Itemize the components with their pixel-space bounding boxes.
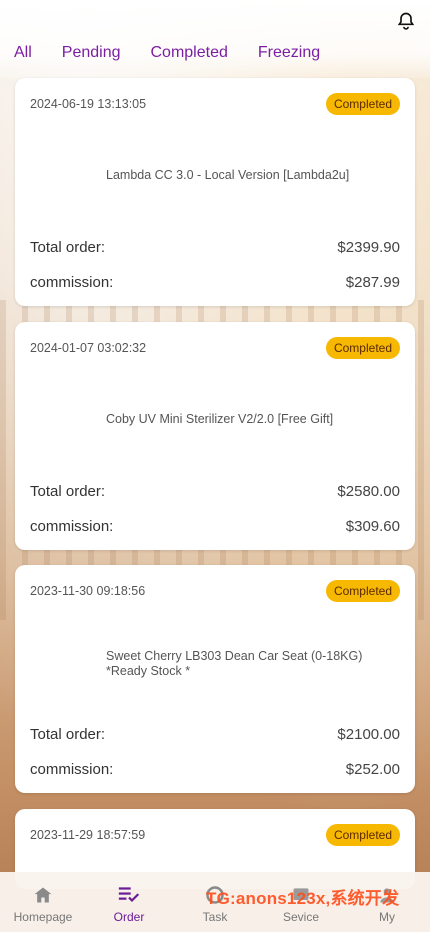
order-date: 2024-06-19 13:13:05	[30, 97, 147, 111]
watermark-text: TG:anons123x,系统开发	[206, 889, 400, 908]
status-badge: Completed	[325, 93, 400, 115]
order-status-tabs: All Pending Completed Freezing	[14, 44, 320, 62]
total-order-label: Total order:	[30, 239, 106, 256]
total-order-label: Total order:	[30, 726, 106, 743]
nav-label: Task	[202, 910, 228, 924]
commission-row: commission: $287.99	[30, 274, 400, 291]
total-order-value: $2399.90	[337, 239, 400, 256]
tab-completed[interactable]: Completed	[151, 44, 228, 62]
commission-value: $252.00	[345, 761, 400, 778]
status-badge: Completed	[325, 580, 400, 602]
nav-label: My	[379, 910, 395, 924]
status-badge: Completed	[325, 824, 400, 846]
order-card[interactable]: 2024-06-19 13:13:05 Completed Lambda CC …	[15, 78, 415, 306]
nav-homepage[interactable]: Homepage	[0, 872, 86, 932]
nav-label: Homepage	[13, 910, 73, 924]
tab-freezing[interactable]: Freezing	[258, 44, 320, 62]
commission-label: commission:	[30, 518, 114, 535]
order-date: 2023-11-30 09:18:56	[30, 584, 146, 598]
commission-row: commission: $252.00	[30, 761, 400, 778]
order-date: 2023-11-29 18:57:59	[30, 828, 146, 842]
product-name: Lambda CC 3.0 - Local Version [Lambda2u]	[106, 168, 350, 182]
order-list-icon	[118, 884, 140, 906]
nav-label: Order	[113, 910, 145, 924]
tab-all[interactable]: All	[14, 44, 32, 62]
total-order-row: Total order: $2100.00	[30, 726, 400, 743]
order-card[interactable]: 2023-11-30 09:18:56 Completed Sweet Cher…	[15, 565, 415, 793]
total-order-value: $2100.00	[337, 726, 400, 743]
total-order-label: Total order:	[30, 483, 106, 500]
nav-order[interactable]: Order	[86, 872, 172, 932]
header: All Pending Completed Freezing	[0, 0, 430, 78]
total-order-value: $2580.00	[337, 483, 400, 500]
total-order-row: Total order: $2399.90	[30, 239, 400, 256]
commission-value: $287.99	[345, 274, 400, 291]
bell-icon[interactable]	[396, 10, 416, 32]
nav-label: Sevice	[282, 910, 320, 924]
commission-value: $309.60	[345, 518, 400, 535]
commission-label: commission:	[30, 274, 114, 291]
home-icon	[32, 884, 54, 906]
tab-pending[interactable]: Pending	[62, 44, 121, 62]
order-date: 2024-01-07 03:02:32	[30, 341, 147, 355]
status-badge: Completed	[325, 337, 400, 359]
order-card[interactable]: 2024-01-07 03:02:32 Completed Coby UV Mi…	[15, 322, 415, 550]
commission-label: commission:	[30, 761, 114, 778]
total-order-row: Total order: $2580.00	[30, 483, 400, 500]
commission-row: commission: $309.60	[30, 518, 400, 535]
product-name: Coby UV Mini Sterilizer V2/2.0 [Free Gif…	[106, 412, 334, 426]
product-name: Sweet Cherry LB303 Dean Car Seat (0-18KG…	[106, 649, 363, 678]
